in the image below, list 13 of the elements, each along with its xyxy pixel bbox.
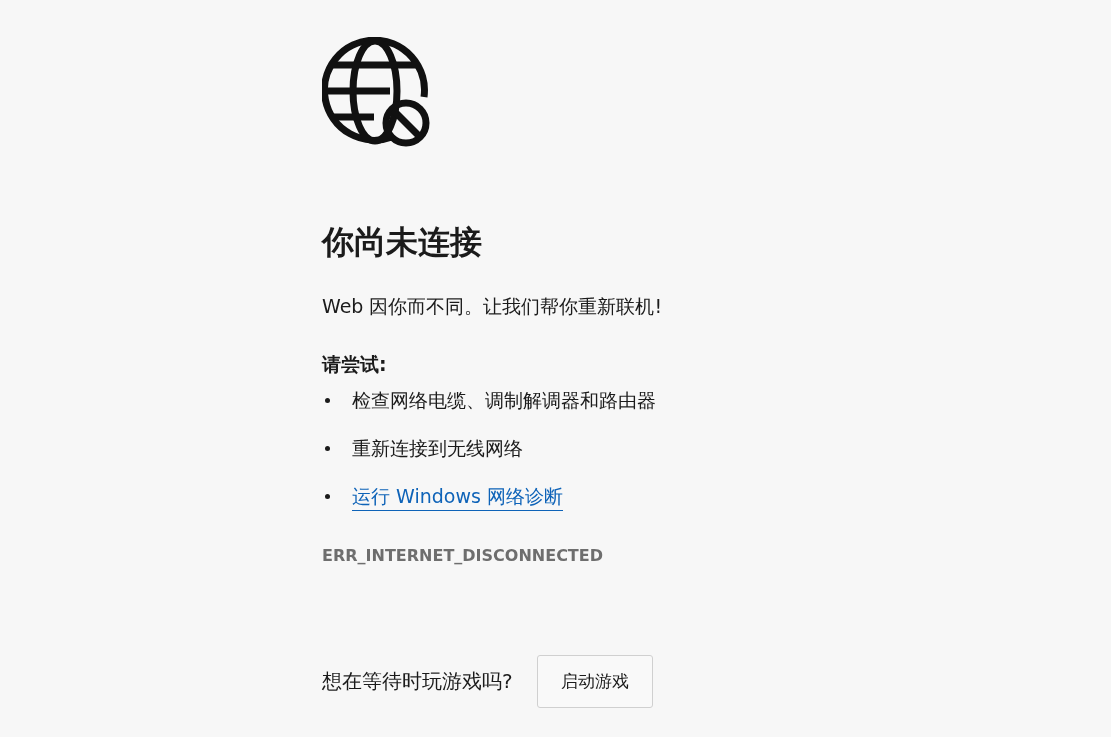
globe-blocked-icon: [322, 37, 432, 147]
error-heading: 你尚未连接: [322, 222, 482, 262]
diagnostics-link[interactable]: 运行 Windows 网络诊断: [352, 482, 563, 511]
bullet-icon: [325, 445, 330, 451]
error-message: Web 因你而不同。让我们帮你重新联机!: [322, 294, 663, 319]
start-game-button[interactable]: 启动游戏: [536, 655, 653, 708]
suggestion-text: 检查网络电缆、调制解调器和路由器: [352, 388, 656, 413]
suggestions-heading: 请尝试:: [322, 352, 387, 377]
bullet-icon: [325, 494, 330, 499]
game-prompt: 想在等待时玩游戏吗?: [322, 668, 513, 695]
bullet-icon: [325, 397, 330, 403]
suggestion-text: 重新连接到无线网络: [352, 436, 523, 461]
error-code: ERR_INTERNET_DISCONNECTED: [322, 545, 603, 567]
